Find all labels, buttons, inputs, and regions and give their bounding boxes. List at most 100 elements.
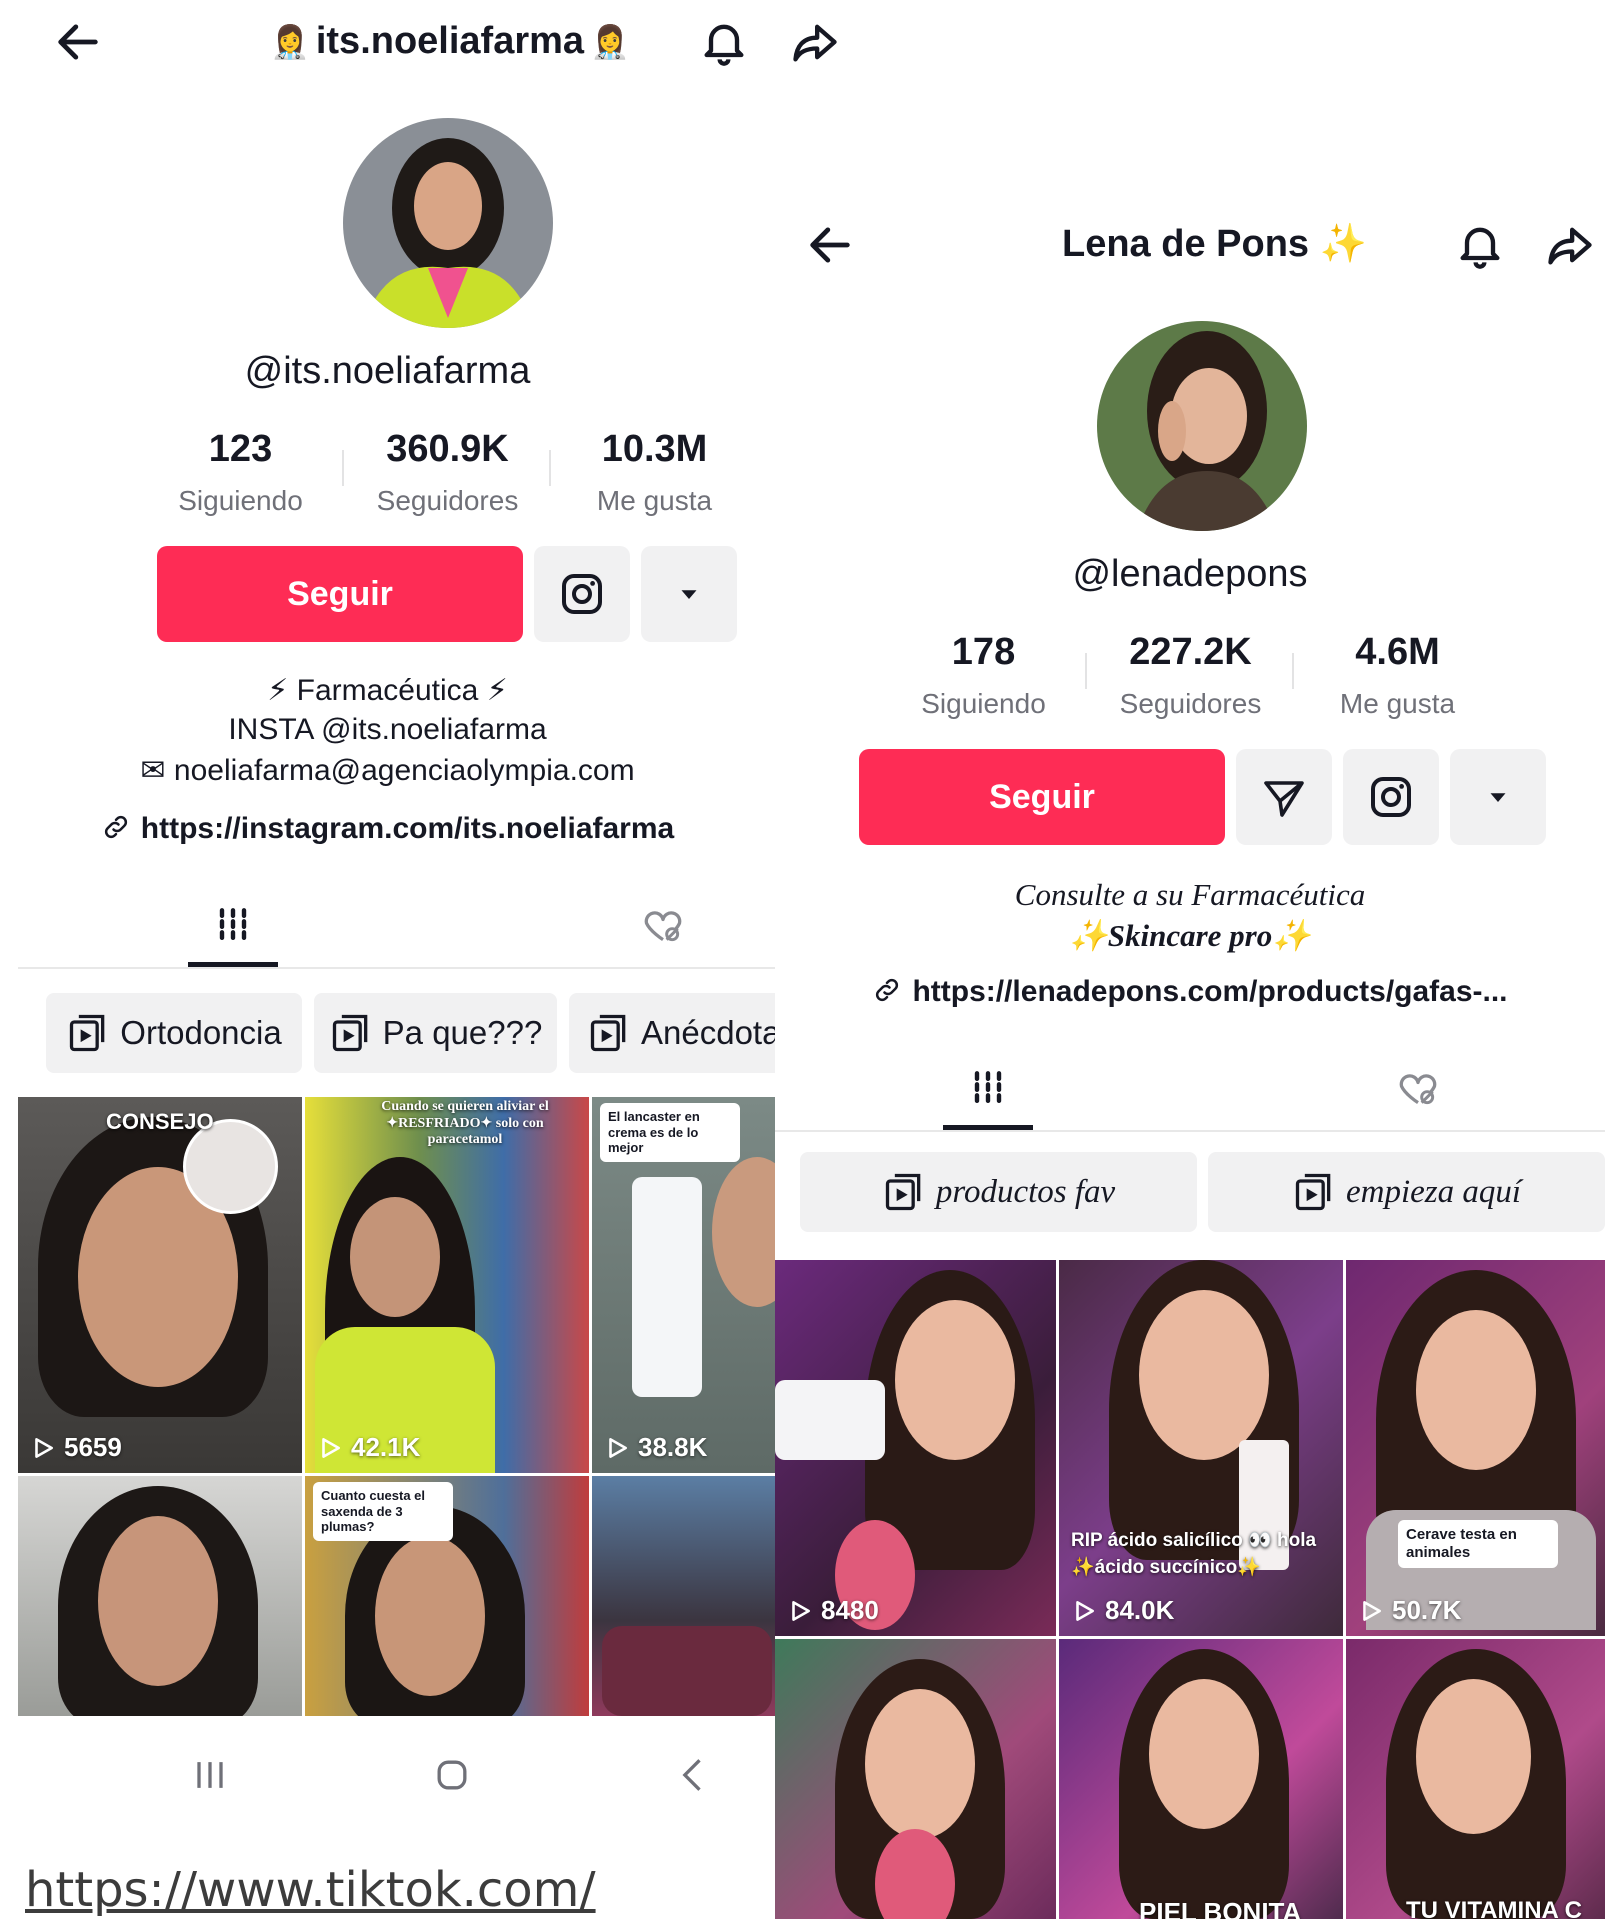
stat-value: 227.2K <box>1129 631 1252 673</box>
playlist-chip[interactable]: Pa que??? <box>314 993 557 1073</box>
tab-liked[interactable] <box>623 895 703 955</box>
video-tile[interactable]: TU VITAMINA C <box>1346 1639 1605 1919</box>
avatar[interactable] <box>343 118 553 328</box>
more-dropdown-button[interactable] <box>641 546 737 642</box>
thumbnail-face <box>712 1157 775 1307</box>
back-arrow-icon[interactable] <box>800 215 860 275</box>
tab-liked[interactable] <box>1378 1058 1458 1118</box>
video-tile[interactable] <box>592 1476 775 1716</box>
playlist-chip[interactable]: productos fav <box>800 1152 1197 1232</box>
bio-link[interactable]: https://instagram.com/its.noeliafarma <box>0 812 775 846</box>
thumbnail-face <box>98 1516 218 1686</box>
heart-hidden-icon <box>644 911 682 942</box>
play-icon <box>1076 1600 1094 1621</box>
bell-icon[interactable] <box>694 12 754 72</box>
bio-link[interactable]: https://lenadepons.com/products/gafas-..… <box>775 975 1605 1009</box>
video-tile[interactable] <box>18 1476 302 1716</box>
grid-icon <box>974 1071 1002 1104</box>
video-tile[interactable]: RIP ácido salicílico 👀 hola ✨ácido succí… <box>1059 1260 1343 1636</box>
play-icon <box>609 1437 627 1458</box>
stat-label: Me gusta <box>1339 688 1456 719</box>
play-icon <box>35 1437 53 1458</box>
heart-hidden-icon <box>1399 1074 1437 1105</box>
instagram-button[interactable] <box>534 546 630 642</box>
reply-note: Cerave testa en animales <box>1398 1520 1558 1568</box>
playlist-icon <box>590 1014 626 1052</box>
bio-line: ⚡ Farmacéutica ⚡ <box>267 674 508 707</box>
grid-icon <box>219 908 247 941</box>
video-tile[interactable]: Cuanto cuesta el saxenda de 3 plumas? <box>305 1476 589 1716</box>
back-chevron-icon[interactable] <box>664 1745 724 1805</box>
instagram-icon <box>1371 777 1411 817</box>
stat-value: 4.6M <box>1355 631 1440 673</box>
view-count-text: 50.7K <box>1392 1595 1462 1625</box>
stat-value: 10.3M <box>601 428 708 470</box>
thumbnail-object <box>602 1626 772 1716</box>
playlist-chip[interactable]: Anécdota <box>569 993 775 1073</box>
playlist-chip[interactable]: empieza aquí <box>1208 1152 1605 1232</box>
video-tile[interactable]: PIEL BONITA <box>1059 1639 1343 1919</box>
video-tile[interactable]: Cerave testa en animales 50.7K <box>1346 1260 1605 1636</box>
thumbnail-face <box>350 1197 440 1317</box>
thumbnail-face <box>895 1300 1015 1460</box>
video-overlay-text: RIP ácido salicílico 👀 hola ✨ácido succí… <box>1071 1530 1317 1578</box>
profile-panel-noelia: 👩‍⚕️ its.noeliafarma 👩‍⚕️ @its.noeliafar… <box>0 0 775 1919</box>
view-count: 42.1K <box>317 1432 420 1463</box>
view-count-text: 84.0K <box>1105 1595 1175 1625</box>
home-icon[interactable] <box>422 1745 482 1805</box>
video-overlay-text: CONSEJO <box>106 1109 214 1134</box>
playlist-chip[interactable]: Ortodoncia <box>46 993 302 1073</box>
view-count-text: 42.1K <box>351 1432 421 1462</box>
send-icon <box>1264 781 1304 817</box>
thumbnail-face <box>1416 1679 1531 1834</box>
stat-followers[interactable]: 227.2K Seguidores <box>1087 631 1294 720</box>
profile-panel-lena: Lena de Pons ✨ @lenadepons 178 Siguiendo… <box>775 180 1605 1919</box>
caret-down-icon <box>681 590 697 599</box>
video-tile[interactable]: Cuando se quieren aliviar el ✦RESFRIADO✦… <box>305 1097 589 1473</box>
view-count: 5659 <box>30 1432 122 1463</box>
video-overlay-text: Cuando se quieren aliviar el ✦RESFRIADO✦… <box>381 1099 549 1147</box>
bell-icon[interactable] <box>1450 215 1510 275</box>
play-icon <box>322 1437 340 1458</box>
message-button[interactable] <box>1236 749 1332 845</box>
video-tile[interactable]: CONSEJO 5659 <box>18 1097 302 1473</box>
divider <box>775 1130 1605 1132</box>
stat-value: 178 <box>951 631 1016 673</box>
bio-line: INSTA @its.noeliafarma <box>228 713 547 746</box>
thumbnail-face <box>865 1689 975 1839</box>
stat-following[interactable]: 178 Siguiendo <box>880 631 1087 720</box>
view-count: 8480 <box>787 1595 879 1626</box>
stat-followers[interactable]: 360.9K Seguidores <box>344 428 551 517</box>
video-tile[interactable] <box>775 1639 1056 1919</box>
doctor-emoji-icon: 👩‍⚕️ <box>270 23 310 60</box>
stat-following[interactable]: 123 Siguiendo <box>137 428 344 517</box>
video-tile[interactable]: El lancaster en crema es de lo mejor 38.… <box>592 1097 775 1473</box>
back-arrow-icon[interactable] <box>48 12 108 72</box>
video-overlay-text: PIEL BONITA <box>1139 1897 1302 1919</box>
stat-label: Siguiendo <box>178 485 303 516</box>
divider <box>18 967 775 969</box>
instagram-button[interactable] <box>1343 749 1439 845</box>
follow-button[interactable]: Seguir <box>859 749 1225 845</box>
profile-stats: 178 Siguiendo 227.2K Seguidores 4.6M Me … <box>880 631 1501 720</box>
stat-likes[interactable]: 10.3M Me gusta <box>551 428 758 517</box>
tab-videos[interactable] <box>943 1058 1033 1118</box>
tab-videos[interactable] <box>188 895 278 955</box>
avatar[interactable] <box>1097 321 1307 531</box>
instagram-icon <box>562 574 602 614</box>
profile-handle: @its.noeliafarma <box>244 350 531 392</box>
follow-button[interactable]: Seguir <box>157 546 523 642</box>
thumbnail-face <box>1416 1310 1536 1470</box>
share-icon[interactable] <box>1540 215 1600 275</box>
bio-line: ✨Skincare pro✨ <box>1069 918 1311 953</box>
more-dropdown-button[interactable] <box>1450 749 1546 845</box>
stat-likes[interactable]: 4.6M Me gusta <box>1294 631 1501 720</box>
share-icon[interactable] <box>785 12 845 72</box>
video-tile[interactable]: 8480 <box>775 1260 1056 1636</box>
recents-icon[interactable] <box>180 1745 240 1805</box>
stat-label: Me gusta <box>596 485 713 516</box>
bio-line: ✉ noeliafarma@agenciaolympia.com <box>140 754 635 787</box>
reply-note: El lancaster en crema es de lo mejor <box>600 1103 740 1162</box>
source-url[interactable]: https://www.tiktok.com/ <box>25 1862 596 1918</box>
profile-stats: 123 Siguiendo 360.9K Seguidores 10.3M Me… <box>137 428 758 517</box>
